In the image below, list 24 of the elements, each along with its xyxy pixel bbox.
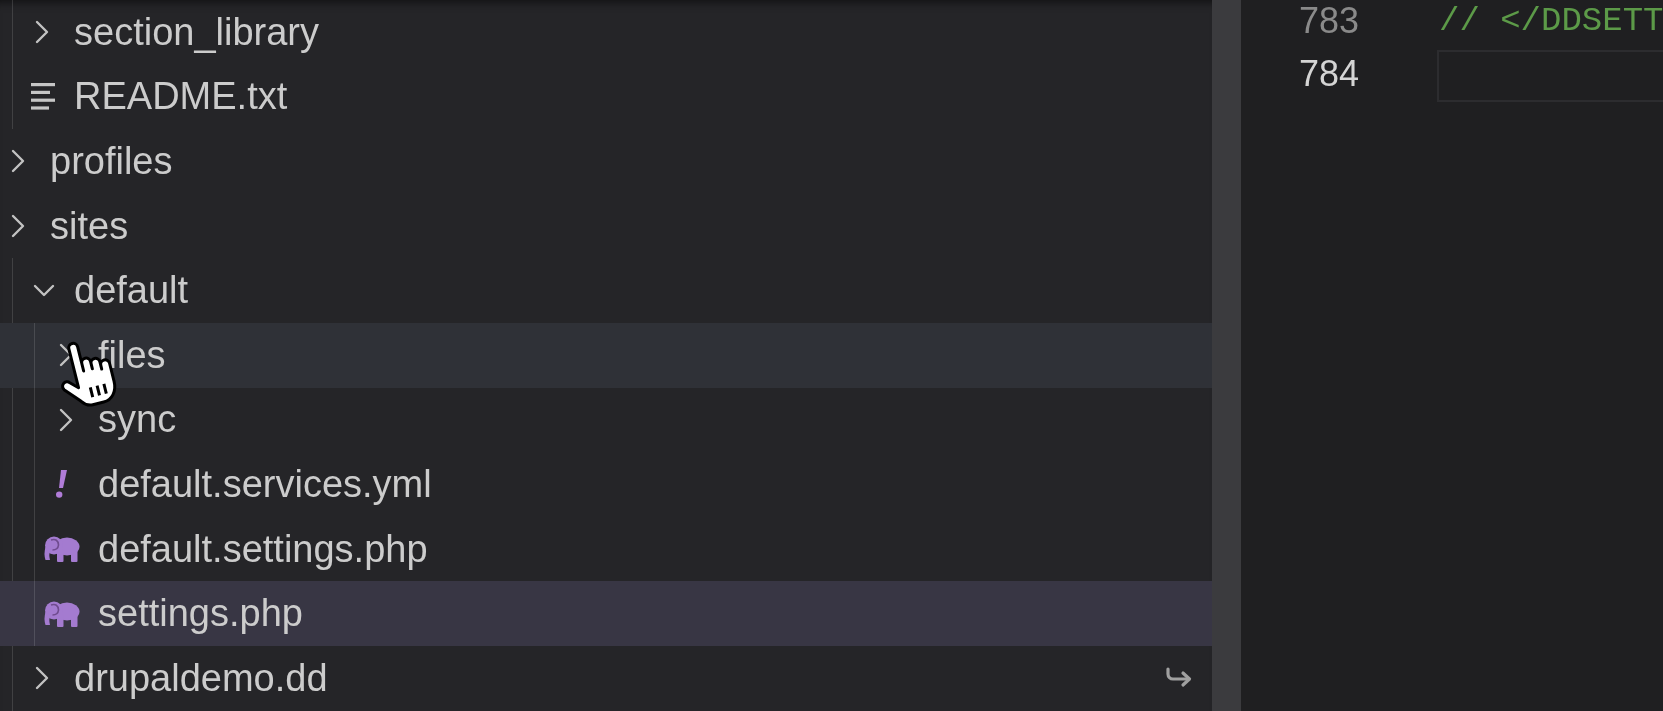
lines-icon xyxy=(31,83,56,111)
tree-item[interactable]: profiles xyxy=(0,129,1212,194)
tree-item[interactable]: default.services.yml xyxy=(0,452,1212,517)
chevron-right-icon[interactable] xyxy=(10,214,26,239)
chevron-right-icon[interactable] xyxy=(10,149,26,174)
code-comment: // </DDSETT xyxy=(1439,4,1663,38)
tree-item[interactable]: default xyxy=(0,258,1212,323)
tree-item[interactable]: settings.php xyxy=(0,581,1212,646)
chevron-right-icon[interactable] xyxy=(58,407,74,432)
tree-item[interactable]: sync xyxy=(0,387,1212,453)
tree-item[interactable]: section_library xyxy=(0,0,1212,65)
line-number: 784 xyxy=(1298,55,1359,92)
chevron-right-icon[interactable] xyxy=(34,20,50,45)
tree-item[interactable]: default.settings.php xyxy=(0,516,1212,582)
elephant-icon xyxy=(43,536,80,563)
elephant-icon xyxy=(43,600,80,627)
exclamation-icon xyxy=(56,470,67,499)
tree-item[interactable]: drupaldemo.dd xyxy=(0,645,1212,711)
tree-item[interactable]: README.txt xyxy=(0,64,1212,130)
tree-item[interactable]: sites xyxy=(0,193,1212,259)
chevron-right-icon[interactable] xyxy=(34,666,50,691)
chevron-down-icon[interactable] xyxy=(33,282,55,299)
scrollbar-thumb[interactable] xyxy=(1212,0,1241,711)
line-number: 783 xyxy=(1298,3,1359,39)
